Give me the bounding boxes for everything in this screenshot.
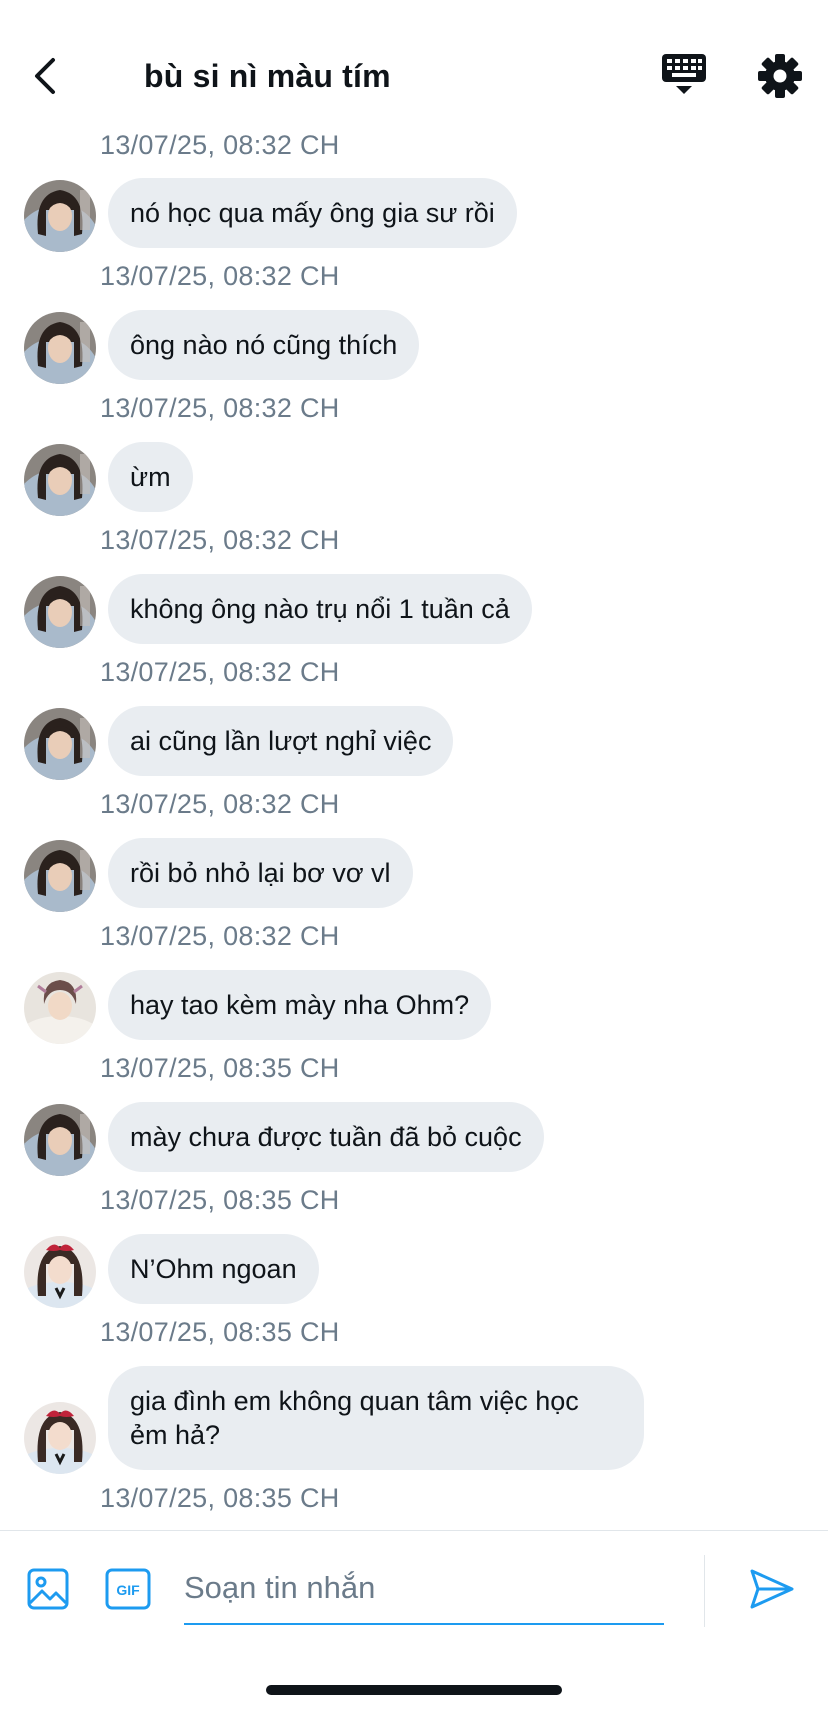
message-bubble[interactable]: mày chưa được tuần đã bỏ cuộc <box>108 1102 544 1172</box>
attach-gif-button[interactable]: GIF <box>104 1567 152 1611</box>
message-timestamp: 13/07/25, 08:32 CH <box>100 657 340 687</box>
message-timestamp: 13/07/25, 08:32 CH <box>100 261 340 291</box>
avatar[interactable] <box>24 1104 96 1176</box>
message-timestamp: 13/07/25, 08:35 CH <box>100 1053 340 1083</box>
settings-button[interactable] <box>756 52 804 100</box>
conversation-title: bù si nì màu tím <box>144 58 391 94</box>
avatar[interactable] <box>24 1402 96 1474</box>
avatar[interactable] <box>24 972 96 1044</box>
gear-icon <box>758 54 802 98</box>
home-indicator <box>266 1685 562 1695</box>
message-timestamp: 13/07/25, 08:32 CH <box>100 130 340 160</box>
message-bubble[interactable]: gia đình em không quan tâm việc học ẻm h… <box>108 1366 644 1470</box>
gif-label: GIF <box>116 1582 140 1598</box>
image-icon <box>27 1568 69 1610</box>
message-bubble[interactable]: ai cũng lần lượt nghỉ việc <box>108 706 454 776</box>
message-timestamp: 13/07/25, 08:35 CH <box>100 1483 340 1513</box>
message-bubble[interactable]: N’Ohm ngoan <box>108 1234 319 1304</box>
message-input[interactable] <box>184 1553 664 1625</box>
keyboard-toggle-button[interactable] <box>658 52 710 100</box>
message-timestamp: 13/07/25, 08:32 CH <box>100 921 340 951</box>
send-icon <box>750 1569 794 1609</box>
message-timestamp: 13/07/25, 08:32 CH <box>100 789 340 819</box>
message-timestamp: 13/07/25, 08:32 CH <box>100 393 340 423</box>
avatar[interactable] <box>24 576 96 648</box>
avatar[interactable] <box>24 1236 96 1308</box>
back-chevron-icon <box>35 58 55 94</box>
message-bubble[interactable]: rồi bỏ nhỏ lại bơ vơ vl <box>108 838 413 908</box>
message-bubble[interactable]: ừm <box>108 442 193 512</box>
message-timestamp: 13/07/25, 08:35 CH <box>100 1185 340 1215</box>
message-timestamp: 13/07/25, 08:35 CH <box>100 1317 340 1347</box>
keyboard-icon <box>662 54 706 94</box>
avatar[interactable] <box>24 444 96 516</box>
message-bubble[interactable]: ông nào nó cũng thích <box>108 310 420 380</box>
attach-image-button[interactable] <box>26 1567 70 1611</box>
avatar[interactable] <box>24 312 96 384</box>
composer-divider <box>704 1555 705 1627</box>
message-bubble[interactable]: không ông nào trụ nổi 1 tuần cả <box>108 574 532 644</box>
message-bubble[interactable]: nó học qua mấy ông gia sư rồi <box>108 178 517 248</box>
avatar[interactable] <box>24 708 96 780</box>
send-button[interactable] <box>748 1565 796 1613</box>
avatar[interactable] <box>24 180 96 252</box>
message-bubble[interactable]: hay tao kèm mày nha Ohm? <box>108 970 492 1040</box>
back-button[interactable] <box>20 50 68 102</box>
conversation-header: bù si nì màu tím <box>0 0 828 130</box>
message-timestamp: 13/07/25, 08:32 CH <box>100 525 340 555</box>
gif-icon: GIF <box>105 1568 151 1610</box>
avatar[interactable] <box>24 840 96 912</box>
